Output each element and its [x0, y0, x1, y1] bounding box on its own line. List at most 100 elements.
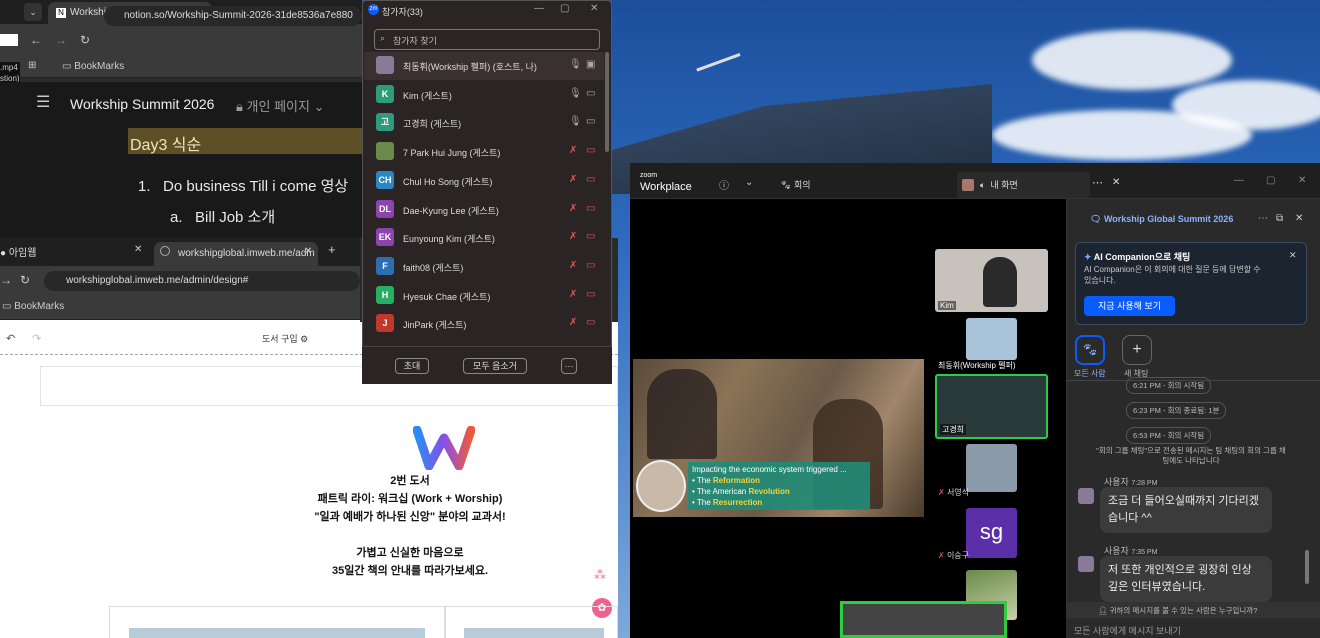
bookmarks-folder[interactable]: ▭ BookMarks	[62, 61, 124, 72]
tile-label: 고경희	[940, 424, 967, 435]
close-icon[interactable]: ✕	[1112, 177, 1120, 188]
mute-all-button[interactable]: 모두 음소거	[463, 358, 527, 374]
close-icon[interactable]: ✕	[1289, 250, 1297, 261]
mic-icon[interactable]: 🎙︎	[569, 59, 582, 70]
chat-scrollbar[interactable]	[1305, 550, 1309, 584]
participant-row[interactable]: 최동휘(Workship 펠퍼) (호스트, 나) 🎙︎ ▣	[364, 52, 604, 80]
bookmarks-folder[interactable]: ▭ BookMarks	[2, 301, 64, 312]
more-icon[interactable]: ⋯	[1258, 213, 1268, 224]
muted-mic-icon[interactable]: ✗	[569, 145, 577, 156]
mic-icon[interactable]: 🎙︎	[569, 88, 582, 99]
more-button[interactable]: ···	[561, 358, 577, 374]
try-now-button[interactable]: 지금 사용해 보기	[1084, 296, 1175, 316]
tab-label: 회의	[793, 180, 811, 190]
muted-mic-icon[interactable]: ✗	[569, 317, 577, 328]
caption-list: • The Reformation • The American Revoluti…	[692, 475, 866, 508]
address-bar[interactable]: notion.so/Workship-Summit-2026-31de8536a…	[104, 6, 362, 26]
participant-row[interactable]: CH Chul Ho Song (게스트) ✗ ▭	[364, 167, 604, 195]
tab-imweb-home[interactable]: ● 아임웹	[0, 244, 36, 259]
apps-icon[interactable]: ⊞	[28, 60, 36, 71]
reload-icon[interactable]: ↻	[80, 33, 90, 47]
undo-icon[interactable]: ↶	[6, 332, 15, 345]
avatar-sg[interactable]: sg	[966, 508, 1017, 558]
participant-row[interactable]: DL Dae-Kyung Lee (게스트) ✗ ▭	[364, 196, 604, 224]
video-off-icon[interactable]: ▭	[586, 231, 595, 242]
muted-mic-icon[interactable]: ✗	[569, 260, 577, 271]
forward-icon[interactable]: →	[0, 273, 12, 287]
chat-icon: 🗨︎	[1090, 214, 1102, 224]
video-off-icon[interactable]: ▭	[586, 203, 595, 214]
visibility-text: 귀하의 메시지를 볼 수 있는 사람은 누구입니까?	[1109, 606, 1258, 615]
close-window-icon[interactable]: ✕	[1298, 175, 1306, 186]
new-chat-button[interactable]: +	[1122, 335, 1152, 365]
more-icon[interactable]: ⋯	[1092, 176, 1103, 189]
address-bar[interactable]: workshipglobal.imweb.me/admin/design#	[44, 271, 360, 291]
video-icon[interactable]: ▣	[586, 59, 595, 70]
scrollbar[interactable]	[605, 52, 609, 152]
everyone-chat-button[interactable]: 🐾︎	[1075, 335, 1105, 365]
video-icon[interactable]: ▭	[586, 88, 595, 99]
chat-input[interactable]: 모든 사람에게 메시지 보내기	[1066, 619, 1320, 638]
chevron-down-icon[interactable]: ⌄	[745, 177, 753, 188]
video-off-icon[interactable]: ▭	[586, 289, 595, 300]
chat-title: 🗨︎ Workship Global Summit 2026	[1090, 214, 1233, 225]
participant-row[interactable]: 고 고경희 (게스트) 🎙︎ ▭	[364, 109, 604, 137]
muted-mic-icon[interactable]: ✗	[569, 289, 577, 300]
video-icon[interactable]: ▭	[586, 116, 595, 127]
tab-imweb-admin[interactable]: workshipglobal.imweb.me/adm	[154, 242, 318, 266]
participant-row[interactable]: K Kim (게스트) 🎙︎ ▭	[364, 81, 604, 109]
close-tab-icon[interactable]: ✕	[304, 246, 312, 257]
new-tab-icon[interactable]: +	[328, 242, 336, 257]
maximize-icon[interactable]: ▢	[1266, 175, 1275, 186]
visibility-note: 👤︎ 귀하의 메시지를 볼 수 있는 사람은 누구입니까?	[1098, 605, 1257, 616]
minimize-icon[interactable]: —	[534, 3, 544, 14]
tab-meeting[interactable]: 🐾︎ 회의	[780, 178, 811, 191]
chat-message[interactable]: 저 또한 개인적으로 굉장히 인상 깊은 인터뷰였습니다.	[1100, 556, 1272, 602]
close-icon[interactable]: ✕	[1295, 213, 1303, 224]
video-tile[interactable]	[966, 444, 1017, 492]
video-off-icon[interactable]: ▭	[586, 145, 595, 156]
muted-mic-icon[interactable]: ✗	[569, 231, 577, 242]
minimize-icon[interactable]: —	[1234, 175, 1244, 186]
sparkle-icon[interactable]: ⁂	[594, 568, 606, 582]
close-icon[interactable]: ✕	[590, 3, 598, 14]
close-tab-icon[interactable]: ✕	[134, 244, 142, 255]
tab-my-screen[interactable]	[957, 172, 1090, 198]
participant-search-input[interactable]: ⌕ 참가자 찾기	[374, 29, 600, 50]
participant-name: Eunyoung Kim (게스트)	[403, 234, 495, 245]
video-tile-active[interactable]: 고경희	[935, 374, 1048, 439]
menu-icon[interactable]: ☰	[36, 95, 50, 111]
participant-row[interactable]: Ffaith08 (게스트) ✗ ▭	[364, 253, 604, 281]
gear-icon: ⚙	[300, 334, 309, 344]
invite-line: 35일간 책의 안내를 따라가보세요.	[331, 565, 489, 577]
page-title[interactable]: Workship Summit 2026	[70, 96, 214, 112]
video-off-icon[interactable]: ▭	[586, 174, 595, 185]
forward-icon[interactable]: →	[55, 33, 67, 47]
privacy-label[interactable]: 🔒︎ 개인 페이지 ⌄	[236, 96, 324, 115]
video-tile[interactable]	[966, 318, 1017, 360]
muted-mic-icon[interactable]: ✗	[569, 174, 577, 185]
invite-button[interactable]: 초대	[395, 358, 429, 374]
muted-mic-icon[interactable]: ✗	[569, 203, 577, 214]
mic-icon[interactable]: 🎙︎	[569, 116, 582, 127]
video-tile[interactable]: Kim	[935, 249, 1048, 312]
section-title[interactable]: 도서 구입 ⚙	[262, 332, 308, 345]
participant-row[interactable]: J JinPark (게스트) ✗ ▭	[364, 310, 604, 338]
participant-row[interactable]: H Hyesuk Chae (게스트) ✗ ▭	[364, 282, 604, 310]
participant-row[interactable]: 7 Park Hui Jung (게스트) ✗ ▭	[364, 138, 604, 166]
video-tile-speaking[interactable]	[840, 601, 1007, 638]
tab-list-button[interactable]: ⌄	[24, 3, 42, 21]
video-off-icon[interactable]: ▭	[586, 260, 595, 271]
avatar: H	[376, 285, 394, 304]
video-off-icon[interactable]: ▭	[586, 317, 595, 328]
avatar: EK	[376, 228, 394, 247]
popout-icon[interactable]: ⧉	[1276, 213, 1283, 224]
reload-icon[interactable]: ↻	[20, 273, 30, 287]
redo-icon[interactable]: ↷	[32, 332, 41, 345]
maximize-icon[interactable]: ▢	[560, 3, 569, 14]
chat-message[interactable]: 조금 더 들어오실때까지 기다리겠습니다 ^^	[1100, 487, 1272, 533]
info-icon[interactable]: ⓘ	[719, 177, 729, 192]
back-icon[interactable]: ←	[30, 33, 42, 47]
participant-row[interactable]: EK Eunyoung Kim (게스트) ✗ ▭	[364, 224, 604, 252]
meeting-event: 6:53 PM - 회의 시작됨	[1126, 427, 1212, 444]
